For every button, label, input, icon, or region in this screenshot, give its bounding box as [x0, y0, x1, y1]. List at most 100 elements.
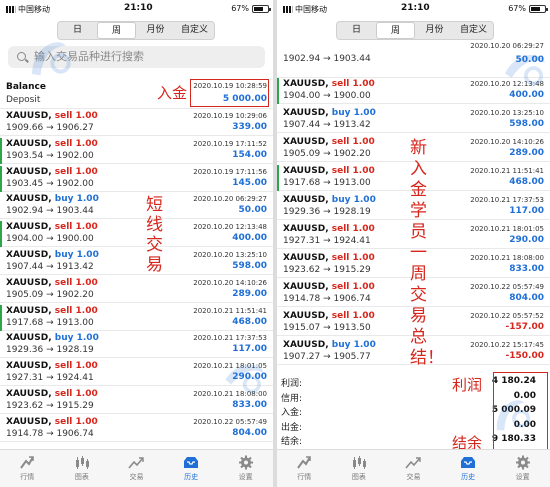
- period-tab-0[interactable]: 日: [58, 22, 97, 39]
- bottom-tab-chart[interactable]: 图表: [332, 450, 387, 487]
- trade-row[interactable]: XAUUSD, sell 1.00 1905.09 → 1902.20 2020.1…: [0, 276, 273, 303]
- trade-row[interactable]: 1902.94 → 1903.44 50.00: [277, 52, 550, 78]
- trade-symbol: XAUUSD,: [283, 195, 329, 205]
- bottom-tab-quotes[interactable]: 行情: [0, 450, 55, 487]
- settings-icon: [515, 455, 531, 470]
- period-segment-control: 日周月份 自定义: [336, 21, 494, 40]
- trade-row[interactable]: XAUUSD, sell 1.00 1903.45 → 1902.00 2020.1…: [0, 165, 273, 192]
- period-tab-0[interactable]: 日: [337, 22, 376, 39]
- trade-close-time: 2020.10.21 18:01:05: [470, 225, 544, 233]
- trade-symbol-line: XAUUSD, sell 1.00: [6, 139, 98, 149]
- bottom-tab-history[interactable]: 历史: [441, 450, 496, 487]
- status-bar: 中国移动 21:10 67%: [277, 0, 550, 18]
- trade-row[interactable]: XAUUSD, buy 1.00 1902.94 → 1903.44 2020.10…: [0, 193, 273, 220]
- bottom-tab-trade[interactable]: 交易: [386, 450, 441, 487]
- period-tab-2[interactable]: 月份: [415, 22, 454, 39]
- trade-symbol-line: XAUUSD, sell 1.00: [6, 222, 98, 232]
- trade-row[interactable]: XAUUSD, sell 1.00 1909.66 → 1906.27 2020.1…: [0, 110, 273, 136]
- trade-prices: 1905.09 → 1902.20: [283, 149, 371, 159]
- trade-lot: 1.00: [76, 194, 99, 205]
- trade-side: sell: [54, 361, 73, 372]
- trade-symbol: XAUUSD,: [283, 253, 329, 263]
- trade-symbol: XAUUSD,: [283, 166, 329, 176]
- bottom-tab-chart[interactable]: 图表: [55, 450, 110, 487]
- trade-profit: -157.00: [505, 322, 544, 332]
- period-tab-3[interactable]: 自定义: [454, 22, 493, 39]
- trade-profit: 145.00: [232, 177, 267, 188]
- signal-icon: [283, 6, 293, 13]
- trade-symbol-line: XAUUSD, buy 1.00: [6, 194, 99, 204]
- trade-side: sell: [54, 138, 73, 149]
- bottom-tab-settings[interactable]: 设置: [218, 450, 273, 487]
- period-tab-1[interactable]: 周: [97, 22, 136, 39]
- trade-close-time: 2020.10.20 06:29:27: [193, 195, 267, 204]
- carrier-text: 中国移动: [295, 5, 327, 14]
- trade-row-partial[interactable]: 2020.10.20 06:29:27: [277, 42, 550, 52]
- trade-close-time: 2020.10.20 06:29:27: [470, 42, 544, 50]
- trade-symbol: XAUUSD,: [283, 282, 329, 292]
- status-time: 21:10: [401, 3, 430, 13]
- trade-side: sell: [54, 416, 73, 427]
- trade-profit: -150.00: [505, 351, 544, 361]
- trade-symbol: XAUUSD,: [283, 137, 329, 147]
- trade-side: buy: [331, 195, 351, 205]
- trade-row[interactable]: XAUUSD, buy 1.00 1929.36 → 1928.19 2020.10…: [0, 332, 273, 359]
- trade-row[interactable]: XAUUSD, buy 1.00 1907.44 → 1913.42 2020.10…: [277, 107, 550, 133]
- trade-profit: 117.00: [509, 206, 544, 216]
- trade-row[interactable]: XAUUSD, sell 1.00 1917.68 → 1913.00 2020.1…: [0, 304, 273, 331]
- trade-symbol-line: XAUUSD, sell 1.00: [283, 166, 375, 176]
- trade-close-time: 2020.10.22 15:17:45: [470, 341, 544, 349]
- period-tab-3[interactable]: 自定义: [175, 22, 214, 39]
- trade-profit: 290.00: [509, 235, 544, 245]
- trade-symbol-line: XAUUSD, sell 1.00: [6, 417, 98, 427]
- trade-symbol-line: XAUUSD, sell 1.00: [283, 311, 375, 321]
- profit-balance-highlight-box: [493, 372, 548, 450]
- trade-row[interactable]: XAUUSD, sell 1.00 1914.78 → 1906.74 2020.1…: [0, 415, 273, 442]
- trade-close-time: 2020.10.20 14:10:26: [470, 138, 544, 146]
- trade-row[interactable]: XAUUSD, sell 1.00 1904.00 → 1900.00 2020.1…: [277, 78, 550, 104]
- bottom-tab-label: 交易: [129, 473, 144, 481]
- trade-lot: 1.00: [76, 333, 99, 344]
- period-segment-control: 日周月份 自定义: [57, 21, 215, 40]
- trade-icon: [405, 455, 422, 470]
- annotation-weekly-summary: 新入金学员一周交易总结！: [410, 138, 444, 368]
- bottom-tab-quotes[interactable]: 行情: [277, 450, 332, 487]
- trade-row[interactable]: XAUUSD, sell 1.00 1923.62 → 1915.29 2020.1…: [0, 388, 273, 414]
- trade-row[interactable]: XAUUSD, sell 1.00 1904.00 → 1900.00 2020.1…: [0, 221, 273, 248]
- trade-prices: 1927.31 → 1924.41: [283, 236, 371, 246]
- trade-row[interactable]: XAUUSD, buy 1.00 1907.44 → 1913.42 2020.10…: [0, 249, 273, 275]
- trade-side: sell: [54, 389, 73, 399]
- search-input[interactable]: 输入交易品种进行搜索: [8, 46, 265, 68]
- trade-symbol: XAUUSD,: [283, 79, 329, 89]
- annotation-profit: 利润: [452, 376, 483, 394]
- period-tab-1[interactable]: 周: [376, 22, 415, 39]
- balance-subtitle: Deposit: [6, 95, 41, 105]
- bottom-tab-history[interactable]: 历史: [164, 450, 219, 487]
- right-history-screen: 中国移动 21:10 67% 日周月份 自定义 2020.10.20 06:29:27 19…: [277, 0, 550, 487]
- screenshot-root: 中国移动 21:10 67% 日周月份 自定义 输入交易品种进行搜索 Balance Depo…: [0, 0, 550, 487]
- trade-prices: 1917.68 → 1913.00: [283, 178, 371, 188]
- trade-prices: 1903.54 → 1902.00: [6, 150, 94, 161]
- trade-profit: 833.00: [232, 400, 267, 410]
- trade-symbol: XAUUSD,: [283, 340, 329, 350]
- bottom-tab-bar: 行情 图表 交易 历史 设置: [0, 449, 273, 487]
- trade-prices: 1904.00 → 1900.00: [283, 91, 371, 101]
- trade-row[interactable]: XAUUSD, sell 1.00 1903.54 → 1902.00 2020.1…: [0, 137, 273, 164]
- left-history-screen: 中国移动 21:10 67% 日周月份 自定义 输入交易品种进行搜索 Balance Depo…: [0, 0, 273, 487]
- trade-close-time: 2020.10.21 17:37:53: [193, 334, 267, 343]
- bottom-tab-trade[interactable]: 交易: [109, 450, 164, 487]
- trade-symbol: XAUUSD,: [6, 222, 52, 233]
- trade-profit: 833.00: [509, 264, 544, 274]
- bottom-tab-settings[interactable]: 设置: [495, 450, 550, 487]
- trade-row[interactable]: XAUUSD, sell 1.00 1927.31 → 1924.41 2020.1…: [0, 360, 273, 387]
- trade-prices: 1923.62 → 1915.29: [283, 265, 371, 275]
- trade-profit: 289.00: [509, 148, 544, 158]
- trade-symbol-line: XAUUSD, buy 1.00: [283, 195, 376, 205]
- trade-side: sell: [331, 282, 350, 292]
- trade-prices: 1929.36 → 1928.19: [6, 345, 94, 356]
- trade-close-time: 2020.10.21 18:01:05: [193, 362, 267, 371]
- quotes-icon: [19, 455, 35, 470]
- trade-lot: 1.00: [352, 253, 375, 263]
- period-tab-2[interactable]: 月份: [136, 22, 175, 39]
- trade-symbol-line: XAUUSD, sell 1.00: [6, 306, 98, 316]
